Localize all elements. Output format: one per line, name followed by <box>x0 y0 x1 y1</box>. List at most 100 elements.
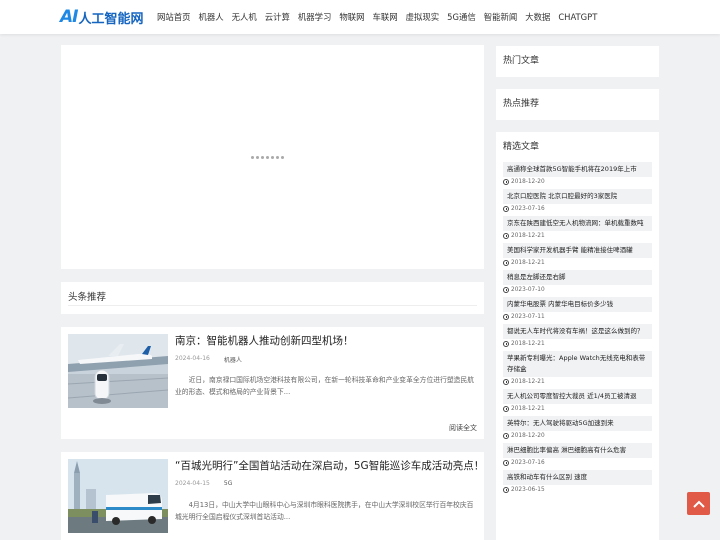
site-logo[interactable]: AI 人工智能网 <box>60 7 144 27</box>
article-date: 2024-04-15 <box>175 480 210 487</box>
article-excerpt: 近日，南京禄口国际机场空港科技有限公司，在新一轮科技革命和产业变革全方位进行塑造… <box>175 376 475 396</box>
nav-item-5g[interactable]: 5G通信 <box>447 11 476 23</box>
nav-item-drone[interactable]: 无人机 <box>232 11 257 23</box>
clock-icon <box>503 287 509 293</box>
logo-text: 人工智能网 <box>78 11 144 27</box>
clock-icon <box>503 314 509 320</box>
read-more-link[interactable]: 阅读全文 <box>449 423 477 433</box>
featured-item-date: 2018-12-20 <box>503 179 652 185</box>
widget-title: 热门文章 <box>503 56 540 66</box>
featured-item-title[interactable]: 高通称全球首款5G智能手机将在2019年上市 <box>503 162 652 177</box>
featured-item-date-text: 2018-12-21 <box>511 341 545 347</box>
clock-icon <box>503 487 509 493</box>
article-category[interactable]: 机器人 <box>224 355 242 364</box>
clock-icon <box>503 233 509 239</box>
article-meta: 2024-04-16 机器人 <box>175 355 242 364</box>
clock-icon <box>503 206 509 212</box>
site-header: AI 人工智能网 网站首页 机器人 无人机 云计算 机器学习 物联网 车联网 虚… <box>0 0 720 34</box>
featured-list-item: 内蒙华电股票 内蒙华电目标价多少钱 2023-07-11 <box>503 297 652 320</box>
featured-item-title[interactable]: 无人机公司零度智控大裁员 近1/4员工被清退 <box>503 389 652 404</box>
featured-item-date: 2023-06-15 <box>503 487 652 493</box>
featured-item-date: 2018-12-21 <box>503 341 652 347</box>
featured-item-title[interactable]: 淋巴细胞比率偏高 淋巴细胞高有什么危害 <box>503 443 652 458</box>
nav-item-iot[interactable]: 物联网 <box>339 11 364 23</box>
featured-item-date-text: 2018-12-21 <box>511 260 545 266</box>
article-thumbnail[interactable] <box>68 459 168 533</box>
featured-list-item: 淋巴细胞比率偏高 淋巴细胞高有什么危害 2023-07-16 <box>503 443 652 466</box>
featured-item-date: 2018-12-21 <box>503 406 652 412</box>
article-card: “百城光明行”全国首站活动在深启动，5G智能巡诊车成活动亮点！ 2024-04-… <box>61 452 484 540</box>
slider-loading-dots <box>251 156 284 159</box>
nav-item-cloud[interactable]: 云计算 <box>265 11 290 23</box>
featured-list-item: 美国科学家开发机器手臂 能精准接住啤酒罐 2018-12-21 <box>503 243 652 266</box>
featured-articles-widget: 精选文章 高通称全球首款5G智能手机将在2019年上市 2018-12-20 北京口… <box>496 132 659 540</box>
featured-item-title[interactable]: 英特尔：无人驾驶将驱动5G加速到来 <box>503 416 652 431</box>
featured-item-title[interactable]: 苹果新专利曝光：Apple Watch无线充电和表带存储盒 <box>503 351 652 377</box>
article-excerpt: 4月13日，中山大学中山眼科中心与深圳市眼科医院携手，在中山大学深圳校区举行百年… <box>175 501 474 521</box>
hot-articles-widget: 热门文章 <box>496 46 659 77</box>
nav-item-robot[interactable]: 机器人 <box>199 11 224 23</box>
logo-ai-mark: AI <box>60 7 79 27</box>
clock-icon <box>503 260 509 266</box>
featured-item-date-text: 2023-06-15 <box>511 487 545 493</box>
featured-item-title[interactable]: 内蒙华电股票 内蒙华电目标价多少钱 <box>503 297 652 312</box>
chevron-up-icon <box>692 500 705 508</box>
featured-item-date: 2018-12-20 <box>503 433 652 439</box>
article-date: 2024-04-16 <box>175 355 210 362</box>
nav-item-chatgpt[interactable]: CHATGPT <box>558 12 597 22</box>
featured-item-title[interactable]: 京东在陕西建低空无人机物流网：单机载重数吨 <box>503 216 652 231</box>
featured-item-title[interactable]: 美国科学家开发机器手臂 能精准接住啤酒罐 <box>503 243 652 258</box>
featured-item-date-text: 2023-07-10 <box>511 287 545 293</box>
clock-icon <box>503 406 509 412</box>
featured-item-title[interactable]: 都说无人车时代将没有车祸！这是这么做到的？ <box>503 324 652 339</box>
widget-title: 精选文章 <box>503 142 540 152</box>
clock-icon <box>503 433 509 439</box>
featured-item-date-text: 2018-12-21 <box>511 379 545 385</box>
featured-list-item: 京东在陕西建低空无人机物流网：单机载重数吨 2018-12-21 <box>503 216 652 239</box>
featured-item-date: 2023-07-11 <box>503 314 652 320</box>
featured-item-date-text: 2018-12-20 <box>511 433 545 439</box>
article-meta: 2024-04-15 5G <box>175 480 232 487</box>
featured-slider[interactable] <box>61 45 484 269</box>
featured-list-item: 高通称全球首款5G智能手机将在2019年上市 2018-12-20 <box>503 162 652 185</box>
nav-item-bigdata[interactable]: 大数据 <box>525 11 550 23</box>
featured-list-item: 苹果新专利曝光：Apple Watch无线充电和表带存储盒 2018-12-21 <box>503 351 652 385</box>
article-thumbnail[interactable] <box>68 334 168 408</box>
section-title: 头条推荐 <box>68 292 107 303</box>
featured-item-date: 2023-07-10 <box>503 287 652 293</box>
section-divider <box>68 305 477 306</box>
headline-section-header: 头条推荐 <box>61 282 484 314</box>
featured-list-item: 高铁和动车有什么区别 速度 2023-06-15 <box>503 470 652 493</box>
featured-list-item: 都说无人车时代将没有车祸！这是这么做到的？ 2018-12-21 <box>503 324 652 347</box>
featured-item-date: 2023-07-16 <box>503 206 652 212</box>
featured-item-title[interactable]: 稍息是左脚还是右脚 <box>503 270 652 285</box>
featured-item-title[interactable]: 北京口腔医院 北京口腔最好的3家医院 <box>503 189 652 204</box>
featured-list-item: 英特尔：无人驾驶将驱动5G加速到来 2018-12-20 <box>503 416 652 439</box>
nav-item-news[interactable]: 智能新闻 <box>484 11 518 23</box>
nav-item-iov[interactable]: 车联网 <box>373 11 398 23</box>
nav-item-vr[interactable]: 虚拟现实 <box>406 11 440 23</box>
widget-title: 热点推荐 <box>503 99 540 109</box>
clock-icon <box>503 179 509 185</box>
featured-item-date: 2023-07-16 <box>503 460 652 466</box>
featured-item-date-text: 2023-07-11 <box>511 314 545 320</box>
featured-list-item: 无人机公司零度智控大裁员 近1/4员工被清退 2018-12-21 <box>503 389 652 412</box>
featured-item-date-text: 2018-12-20 <box>511 179 545 185</box>
featured-item-title[interactable]: 高铁和动车有什么区别 速度 <box>503 470 652 485</box>
article-category[interactable]: 5G <box>224 480 232 487</box>
back-to-top-button[interactable] <box>687 492 710 515</box>
featured-item-date-text: 2023-07-16 <box>511 460 545 466</box>
main-nav: 网站首页 机器人 无人机 云计算 机器学习 物联网 车联网 虚拟现实 5G通信 … <box>157 0 605 34</box>
article-title[interactable]: “百城光明行”全国首站活动在深启动，5G智能巡诊车成活动亮点！ <box>175 458 484 473</box>
clock-icon <box>503 341 509 347</box>
clock-icon <box>503 460 509 466</box>
featured-item-date-text: 2018-12-21 <box>511 233 545 239</box>
article-card: 南京：智能机器人推动创新四型机场！ 2024-04-16 机器人 近日，南京禄口… <box>61 327 484 439</box>
nav-item-ml[interactable]: 机器学习 <box>298 11 332 23</box>
featured-item-date-text: 2018-12-21 <box>511 406 545 412</box>
hot-picks-widget: 热点推荐 <box>496 89 659 120</box>
featured-item-date: 2018-12-21 <box>503 233 652 239</box>
featured-item-date-text: 2023-07-16 <box>511 206 545 212</box>
article-title[interactable]: 南京：智能机器人推动创新四型机场！ <box>175 333 354 348</box>
nav-item-home[interactable]: 网站首页 <box>157 11 191 23</box>
